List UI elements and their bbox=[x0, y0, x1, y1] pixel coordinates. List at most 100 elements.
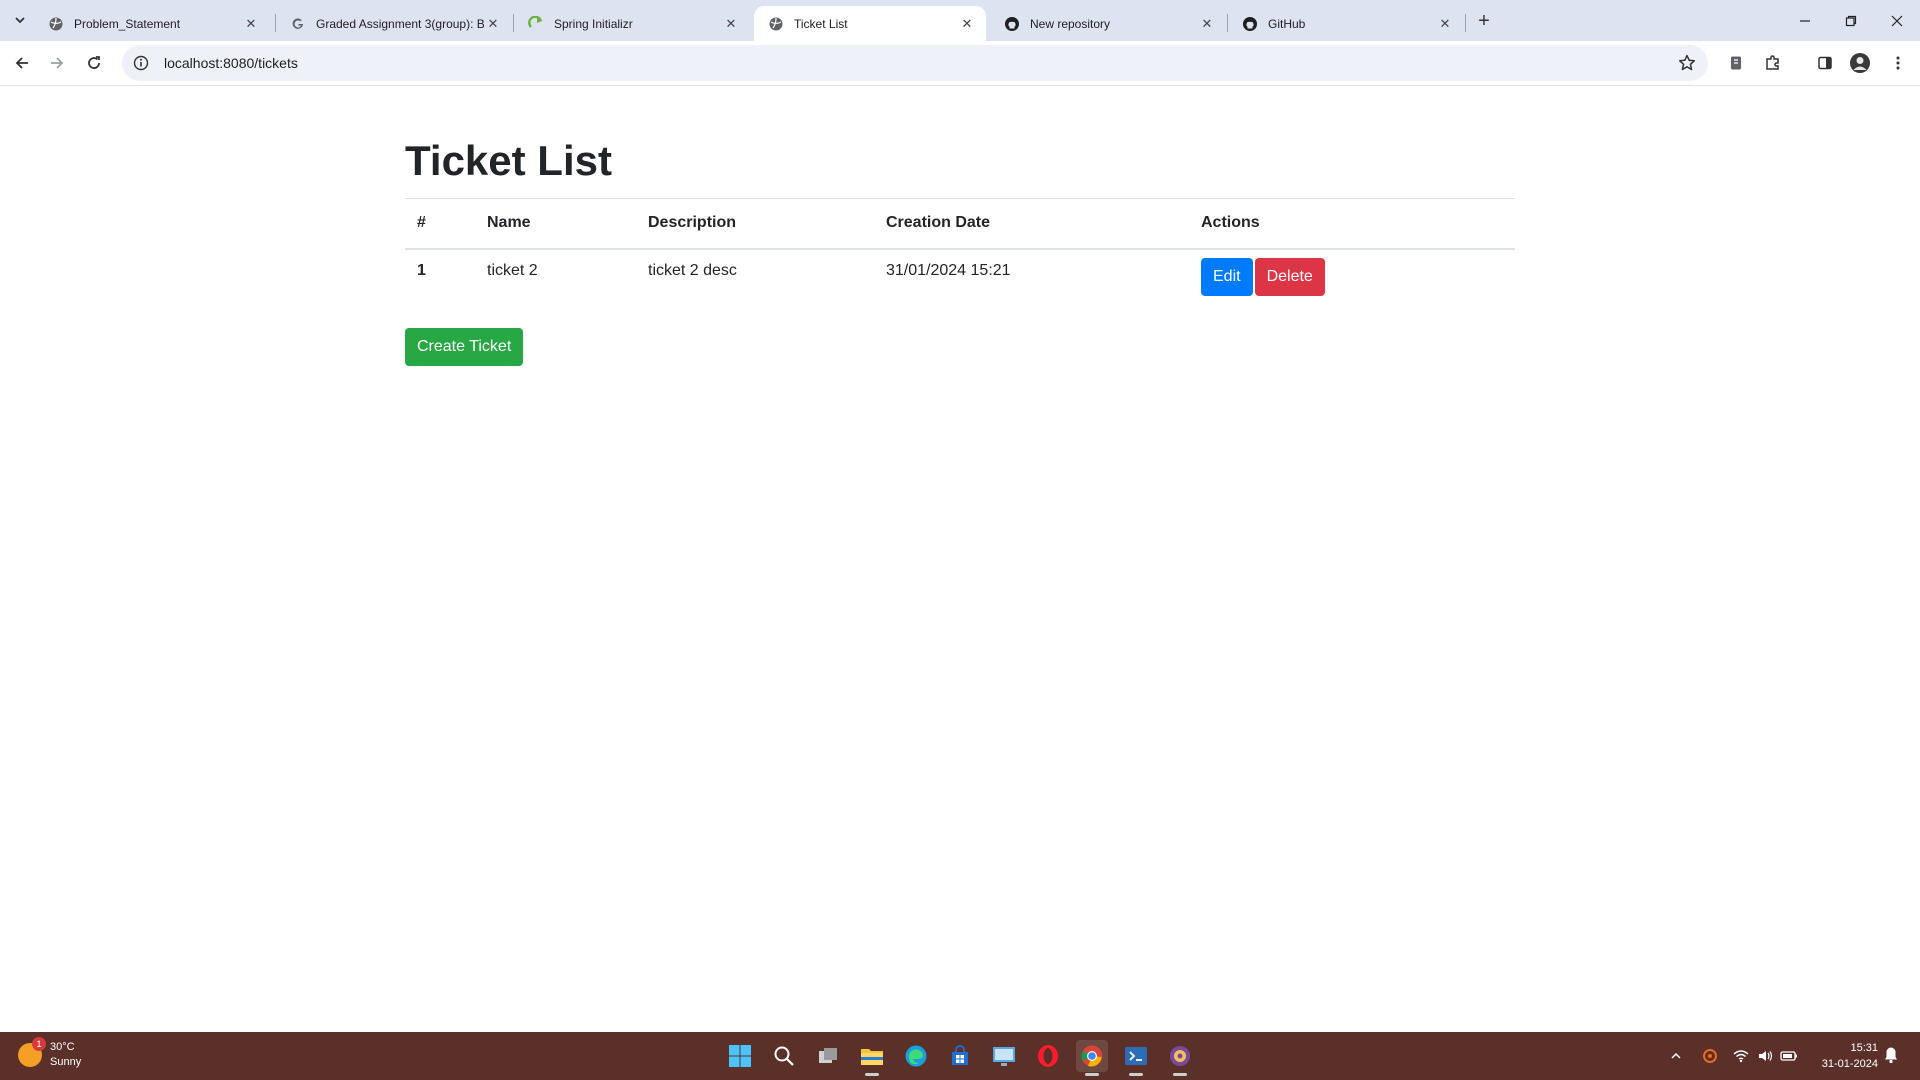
side-panel-icon bbox=[1818, 56, 1832, 70]
clock-date: 31-01-2024 bbox=[1821, 1058, 1878, 1070]
side-panel-button[interactable] bbox=[1811, 49, 1839, 77]
tab-new-repository[interactable]: New repository ✕ bbox=[990, 6, 1226, 41]
control-panel-button[interactable] bbox=[988, 1040, 1020, 1072]
store-icon bbox=[952, 1045, 968, 1065]
code-editor-icon bbox=[1125, 1047, 1147, 1065]
tab-ticket-list[interactable]: Ticket List ✕ bbox=[754, 6, 986, 41]
browser-menu-button[interactable] bbox=[1884, 49, 1912, 77]
github-icon bbox=[1243, 16, 1257, 31]
ticket-description: ticket 2 desc bbox=[636, 248, 874, 313]
start-button[interactable] bbox=[724, 1040, 756, 1072]
app-button[interactable] bbox=[1164, 1040, 1196, 1076]
edit-button[interactable]: Edit bbox=[1201, 257, 1253, 296]
volume-icon[interactable] bbox=[1755, 1046, 1775, 1066]
chevron-up-icon bbox=[1671, 1052, 1681, 1059]
monitor-icon bbox=[993, 1047, 1015, 1066]
more-vertical-icon bbox=[1896, 56, 1900, 70]
extension-button[interactable] bbox=[1722, 49, 1750, 77]
edge-icon bbox=[905, 1045, 927, 1067]
tab-title: Problem_Statement bbox=[74, 16, 181, 31]
show-hidden-icons-button[interactable] bbox=[1666, 1046, 1686, 1066]
close-icon[interactable]: ✕ bbox=[1436, 15, 1454, 33]
document-icon bbox=[1731, 56, 1741, 70]
opera-icon bbox=[1038, 1045, 1058, 1067]
close-icon[interactable]: ✕ bbox=[242, 15, 260, 33]
notification-bell-icon[interactable] bbox=[1883, 1046, 1903, 1066]
search-button[interactable] bbox=[768, 1040, 800, 1072]
chevron-down-icon bbox=[15, 17, 25, 24]
puzzle-icon bbox=[1766, 55, 1779, 70]
close-icon[interactable]: ✕ bbox=[1198, 15, 1216, 33]
tab-graded-assignment[interactable]: Graded Assignment 3(group): B ✕ bbox=[276, 6, 512, 41]
spring-icon bbox=[528, 15, 543, 28]
windows-taskbar: 1 30°C Sunny 15:31 31-01-2024 bbox=[0, 1032, 1920, 1080]
tab-separator bbox=[1465, 14, 1466, 32]
notification-badge: 1 bbox=[32, 1037, 46, 1051]
minimize-button[interactable] bbox=[1782, 0, 1828, 41]
ticket-number: 1 bbox=[405, 248, 475, 313]
close-icon[interactable]: ✕ bbox=[722, 15, 740, 33]
browser-toolbar: localhost:8080/tickets bbox=[0, 41, 1920, 86]
chrome-icon bbox=[1081, 1045, 1103, 1067]
vscode-button[interactable] bbox=[1120, 1040, 1152, 1076]
tab-title: Ticket List bbox=[794, 16, 848, 31]
task-view-icon bbox=[819, 1048, 837, 1063]
profile-avatar[interactable] bbox=[1846, 49, 1874, 77]
ticket-creation-date: 31/01/2024 15:21 bbox=[874, 248, 1189, 313]
extensions-button[interactable] bbox=[1759, 49, 1787, 77]
search-icon bbox=[774, 1046, 794, 1066]
address-bar[interactable]: localhost:8080/tickets bbox=[122, 45, 1708, 81]
delete-button[interactable]: Delete bbox=[1254, 257, 1325, 296]
site-info-icon[interactable] bbox=[130, 52, 152, 74]
globe-icon bbox=[769, 17, 783, 30]
create-ticket-button[interactable]: Create Ticket bbox=[405, 328, 524, 366]
ticket-name: ticket 2 bbox=[475, 248, 636, 313]
close-icon bbox=[1891, 15, 1903, 26]
reload-icon bbox=[88, 56, 100, 69]
tab-search-button[interactable] bbox=[8, 8, 32, 32]
store-button[interactable] bbox=[944, 1040, 976, 1072]
arrow-right-icon bbox=[51, 57, 64, 69]
weather-condition: Sunny bbox=[50, 1056, 82, 1068]
chrome-browser-button[interactable] bbox=[1076, 1040, 1108, 1076]
close-icon[interactable]: ✕ bbox=[484, 15, 502, 33]
tab-strip: Problem_Statement ✕ Graded Assignment 3(… bbox=[0, 0, 1920, 41]
file-explorer-button[interactable] bbox=[856, 1040, 888, 1076]
close-window-button[interactable] bbox=[1874, 0, 1920, 41]
tab-title: New repository bbox=[1030, 16, 1111, 31]
task-view-button[interactable] bbox=[812, 1040, 844, 1072]
forward-button[interactable] bbox=[43, 49, 71, 77]
folder-icon bbox=[861, 1049, 883, 1065]
edge-browser-button[interactable] bbox=[900, 1040, 932, 1072]
bookmark-star-icon[interactable] bbox=[1676, 52, 1698, 74]
column-header-creation-date: Creation Date bbox=[874, 198, 1189, 250]
column-header-number: # bbox=[405, 198, 475, 250]
opera-browser-button[interactable] bbox=[1032, 1040, 1064, 1072]
table-header-row: # Name Description Creation Date Actions bbox=[405, 198, 1515, 250]
tab-spring-initializr[interactable]: Spring Initializr ✕ bbox=[514, 6, 750, 41]
tab-problem-statement[interactable]: Problem_Statement ✕ bbox=[34, 6, 270, 41]
tab-github[interactable]: GitHub ✕ bbox=[1228, 6, 1464, 41]
weather-widget[interactable]: 1 30°C Sunny bbox=[18, 1037, 82, 1070]
battery-icon[interactable] bbox=[1779, 1046, 1799, 1066]
system-clock[interactable]: 15:31 31-01-2024 bbox=[1800, 1040, 1878, 1072]
back-button[interactable] bbox=[8, 49, 36, 77]
globe-icon bbox=[49, 17, 63, 30]
tab-title: GitHub bbox=[1268, 16, 1306, 31]
arrow-left-icon bbox=[15, 57, 28, 69]
page-content: Ticket List # Name Description Creation … bbox=[0, 86, 1920, 1032]
wifi-icon[interactable] bbox=[1731, 1046, 1751, 1066]
tab-title: Spring Initializr bbox=[554, 16, 633, 31]
close-icon[interactable]: ✕ bbox=[958, 15, 976, 33]
tab-title: Graded Assignment 3(group): B bbox=[316, 16, 484, 31]
sun-icon: 1 bbox=[18, 1037, 46, 1067]
new-tab-button[interactable]: + bbox=[1472, 9, 1496, 33]
reload-button[interactable] bbox=[80, 49, 108, 77]
weather-temperature: 30°C bbox=[50, 1041, 75, 1053]
restore-button[interactable] bbox=[1828, 0, 1874, 41]
avatar-icon bbox=[1850, 53, 1870, 73]
plus-icon: + bbox=[1478, 9, 1490, 32]
sync-tray-icon[interactable] bbox=[1700, 1046, 1720, 1066]
url-text: localhost:8080/tickets bbox=[164, 55, 298, 71]
column-header-description: Description bbox=[636, 198, 874, 250]
